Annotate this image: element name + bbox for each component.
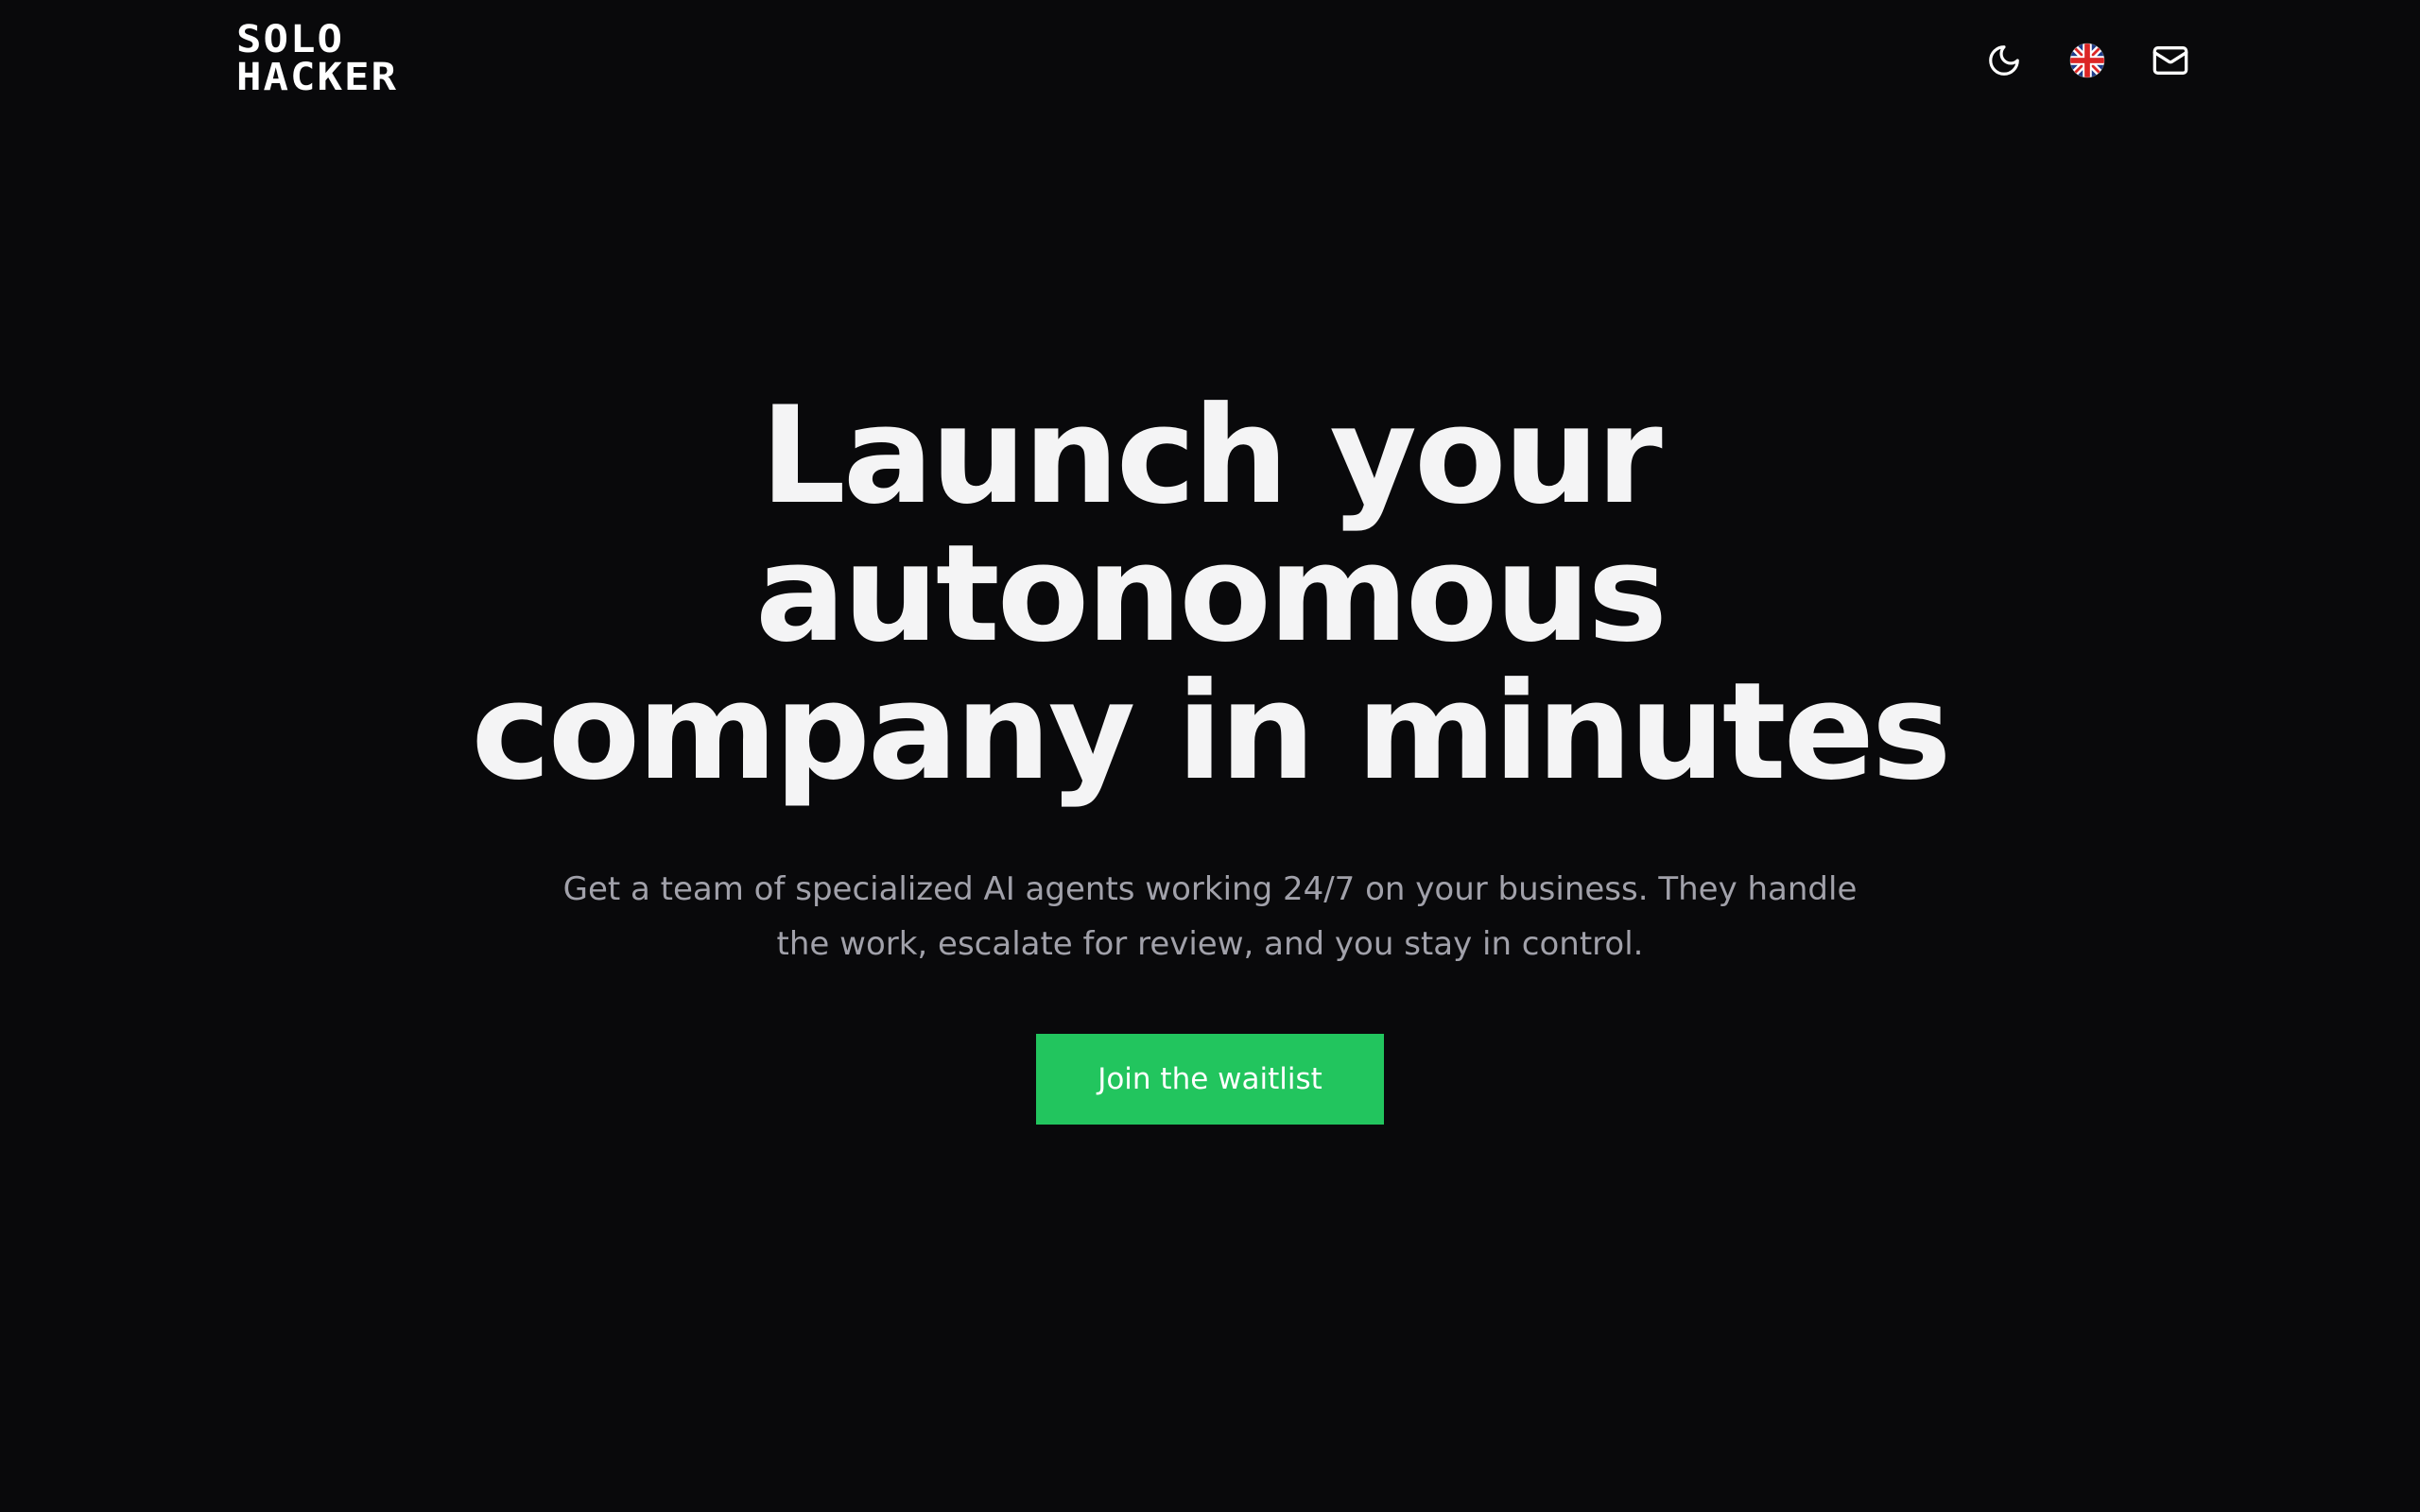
contact-button[interactable] [2144,34,2197,87]
uk-flag-icon [2069,43,2105,78]
language-button[interactable] [2061,34,2114,87]
hero-subtitle-line-2: the work, escalate for review, and you s… [776,925,1644,963]
theme-toggle-button[interactable] [1978,34,2031,87]
hero-subtitle: Get a team of specialized AI agents work… [548,862,1872,971]
moon-icon [1989,45,2019,76]
hero-title-line-3: company in minutes [471,654,1952,810]
mail-icon [2152,46,2188,75]
hero-title-line-2: autonomous [754,516,1668,672]
site-header: SOLO HACKER [0,0,2420,121]
logo-line-2: HACKER [236,55,398,100]
hero-title-line-1: Launch your [760,378,1662,534]
hero-subtitle-line-1: Get a team of specialized AI agents work… [562,870,1858,908]
join-waitlist-button[interactable]: Join the waitlist [1036,1034,1384,1125]
hero-title: Launch your autonomous company in minute… [454,387,1966,801]
logo-line-1: SOLO [236,17,344,62]
logo[interactable]: SOLO HACKER [236,21,398,96]
